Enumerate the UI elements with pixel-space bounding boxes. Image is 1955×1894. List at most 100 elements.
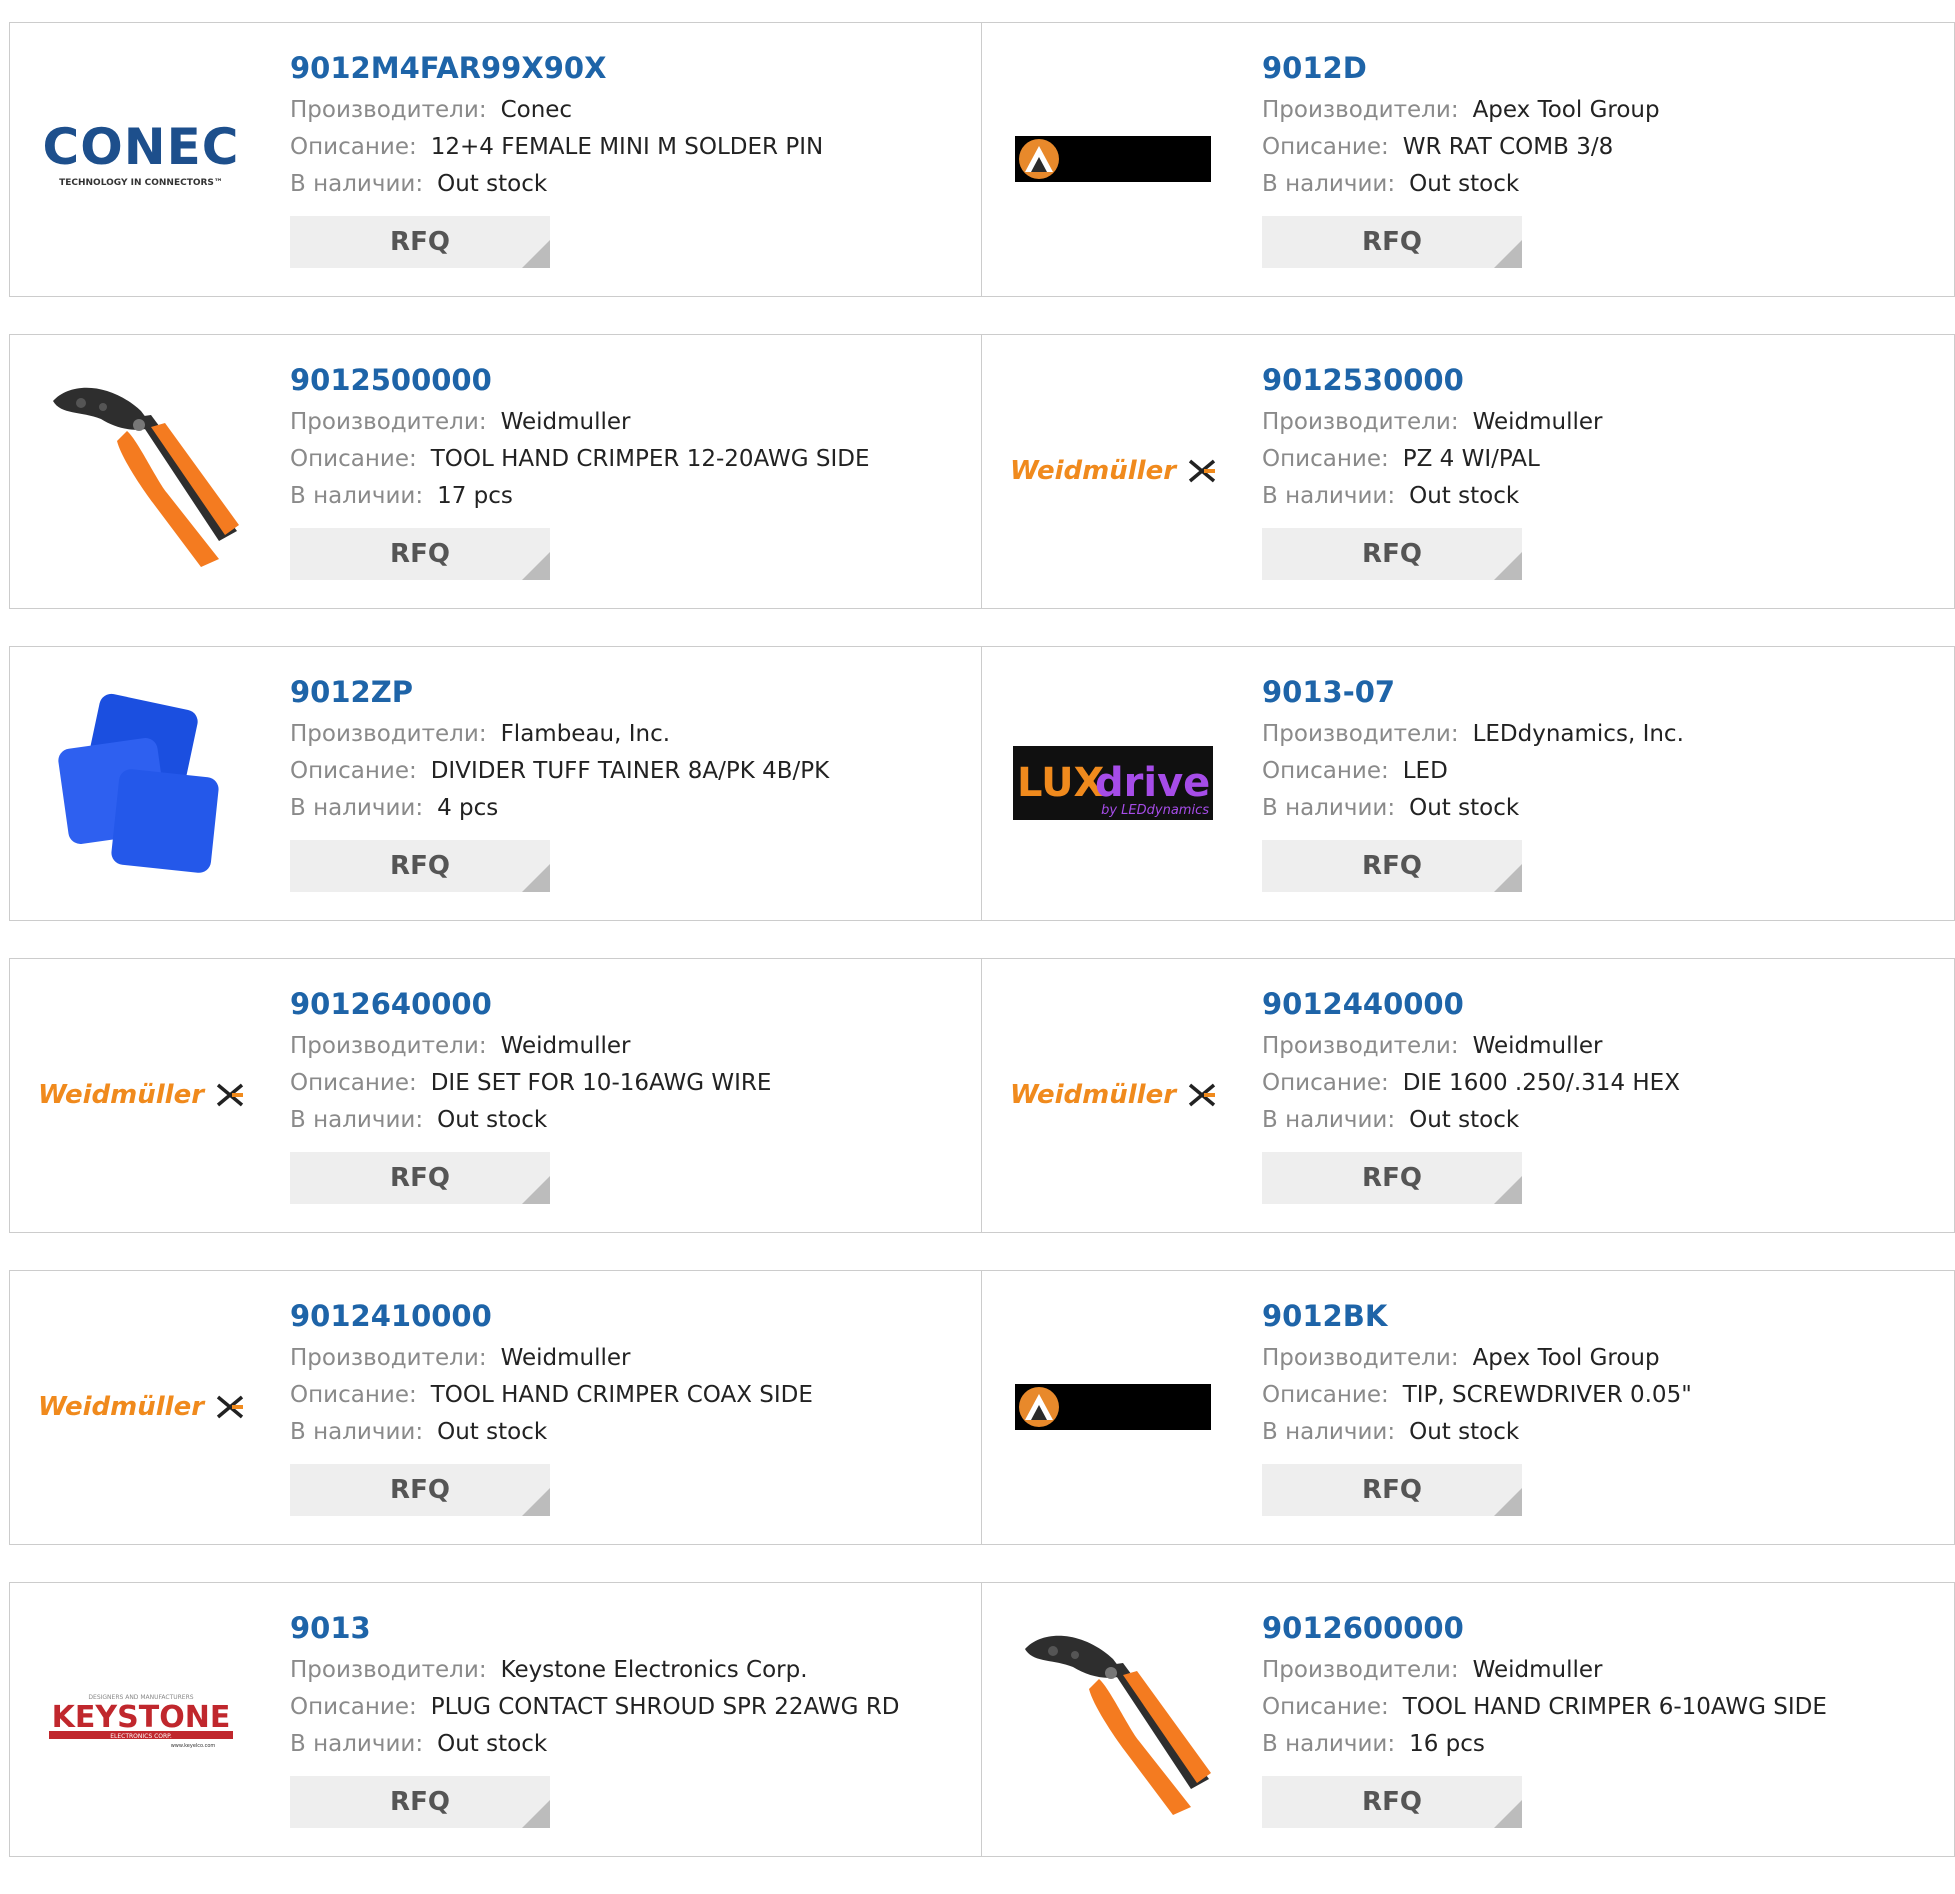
product-image[interactable] [41, 683, 241, 883]
manufacturer-label: Производители: [290, 1344, 487, 1371]
weidmuller-wordmark: Weidmüller [1009, 456, 1177, 486]
rfq-label: RFQ [1362, 1786, 1422, 1817]
rfq-label: RFQ [1362, 538, 1422, 569]
product-info: 9012M4FAR99X90X Производители: Conec Опис… [290, 51, 971, 268]
part-number-link[interactable]: 9013-07 [1262, 675, 1944, 710]
product-row: DESIGNERS AND MANUFACTURERS KEYSTONE ELE… [9, 1582, 1955, 1857]
manufacturer-row: Производители: Apex Tool Group [1262, 1340, 1944, 1377]
product-image[interactable]: Weidmüller [1010, 995, 1216, 1195]
product-image[interactable] [1013, 1619, 1213, 1819]
manufacturer-row: Производители: LEDdynamics, Inc. [1262, 716, 1944, 753]
rfq-corner-decoration [522, 863, 550, 892]
crimper-photo [53, 387, 239, 567]
product-card: 9012500000 Производители: Weidmuller Опис… [9, 334, 982, 609]
description-label: Описание: [1262, 1069, 1389, 1096]
description-label: Описание: [1262, 1693, 1389, 1720]
part-number-link[interactable]: 9012500000 [290, 363, 971, 398]
stock-value: Out stock [437, 1106, 548, 1133]
rfq-button[interactable]: RFQ [290, 527, 550, 580]
part-number-link[interactable]: 9012M4FAR99X90X [290, 51, 971, 86]
part-number-link[interactable]: 9012410000 [290, 1299, 971, 1334]
manufacturer-label: Производители: [1262, 408, 1459, 435]
description-value: PZ 4 WI/PAL [1402, 445, 1540, 472]
product-image[interactable] [1013, 1307, 1213, 1507]
product-image[interactable]: Weidmüller [38, 995, 244, 1195]
product-image[interactable]: CONEC TECHNOLOGY IN CONNECTORS™ [41, 59, 241, 259]
product-info: 9013 Производители: Keystone Electronics … [290, 1611, 971, 1828]
product-info: 9012600000 Производители: Weidmuller Опис… [1262, 1611, 1944, 1828]
part-number-link[interactable]: 9012640000 [290, 987, 971, 1022]
part-number-link[interactable]: 9012530000 [1262, 363, 1944, 398]
rfq-button[interactable]: RFQ [1262, 1775, 1522, 1828]
description-label: Описание: [290, 757, 417, 784]
description-value: TIP, SCREWDRIVER 0.05" [1402, 1381, 1692, 1408]
product-card: Weidmüller 9012640000 Производители: Weid… [9, 958, 982, 1233]
product-card: Weidmüller 9012410000 Производители: Weid… [9, 1270, 982, 1545]
product-image[interactable]: DESIGNERS AND MANUFACTURERS KEYSTONE ELE… [41, 1619, 241, 1819]
part-number-link[interactable]: 9012600000 [1262, 1611, 1944, 1646]
description-value: PLUG CONTACT SHROUD SPR 22AWG RD [430, 1693, 900, 1720]
weidmuller-logo: Weidmüller [38, 1392, 244, 1422]
stock-value: Out stock [437, 170, 548, 197]
stock-value: Out stock [437, 1730, 548, 1757]
manufacturer-value: Apex Tool Group [1472, 96, 1660, 123]
product-card: DESIGNERS AND MANUFACTURERS KEYSTONE ELE… [9, 1582, 982, 1857]
product-card: LUX drive by LEDdynamics 9013-07 Произво… [982, 646, 1955, 921]
luxdrive-tagline: by LEDdynamics [1101, 803, 1209, 818]
rfq-corner-decoration [522, 551, 550, 580]
rfq-button[interactable]: RFQ [1262, 1463, 1522, 1516]
description-row: Описание: DIVIDER TUFF TAINER 8A/PK 4B/PK [290, 753, 971, 790]
manufacturer-value: Weidmuller [1472, 408, 1603, 435]
weidmuller-logo: Weidmüller [1010, 1080, 1216, 1110]
luxdrive-logo: LUX drive by LEDdynamics [1013, 746, 1213, 820]
manufacturer-row: Производители: Weidmuller [290, 404, 971, 441]
description-row: Описание: DIE SET FOR 10-16AWG WIRE [290, 1065, 971, 1102]
stock-row: В наличии: 17 pcs [290, 478, 971, 515]
rfq-label: RFQ [1362, 1474, 1422, 1505]
product-card: 9012D Производители: Apex Tool Group Опис… [982, 22, 1955, 297]
rfq-button[interactable]: RFQ [1262, 215, 1522, 268]
part-number-link[interactable]: 9012440000 [1262, 987, 1944, 1022]
product-image[interactable]: Weidmüller [1009, 371, 1216, 571]
description-label: Описание: [290, 1381, 417, 1408]
product-image[interactable]: LUX drive by LEDdynamics [1013, 683, 1213, 883]
description-value: WR RAT COMB 3/8 [1402, 133, 1614, 160]
product-image[interactable] [41, 371, 241, 571]
description-label: Описание: [1262, 133, 1389, 160]
rfq-button[interactable]: RFQ [290, 1151, 550, 1204]
product-image[interactable]: Weidmüller [38, 1307, 244, 1507]
rfq-button[interactable]: RFQ [1262, 527, 1522, 580]
product-card: 9012BK Производители: Apex Tool Group Опи… [982, 1270, 1955, 1545]
rfq-button[interactable]: RFQ [290, 1775, 550, 1828]
rfq-label: RFQ [1362, 1162, 1422, 1193]
rfq-button[interactable]: RFQ [1262, 839, 1522, 892]
manufacturer-label: Производители: [290, 408, 487, 435]
stock-label: В наличии: [1262, 1418, 1396, 1445]
description-label: Описание: [290, 1069, 417, 1096]
stock-row: В наличии: Out stock [1262, 1414, 1944, 1451]
stock-label: В наличии: [290, 794, 424, 821]
stock-row: В наличии: 16 pcs [1262, 1726, 1944, 1763]
rfq-label: RFQ [390, 1474, 450, 1505]
crimper-photo [1025, 1635, 1211, 1815]
manufacturer-value: Weidmuller [1472, 1656, 1603, 1683]
product-row: Weidmüller 9012640000 Производители: Weid… [9, 958, 1955, 1233]
part-number-link[interactable]: 9012BK [1262, 1299, 1944, 1334]
rfq-button[interactable]: RFQ [290, 1463, 550, 1516]
part-number-link[interactable]: 9013 [290, 1611, 971, 1646]
rfq-button[interactable]: RFQ [290, 839, 550, 892]
description-row: Описание: TOOL HAND CRIMPER COAX SIDE [290, 1377, 971, 1414]
stock-label: В наличии: [1262, 482, 1396, 509]
stock-label: В наличии: [290, 1730, 424, 1757]
rfq-button[interactable]: RFQ [290, 215, 550, 268]
part-number-link[interactable]: 9012D [1262, 51, 1944, 86]
description-value: 12+4 FEMALE MINI M SOLDER PIN [430, 133, 824, 160]
stock-label: В наличии: [290, 1106, 424, 1133]
stock-value: 4 pcs [437, 794, 499, 821]
product-card: 9012ZP Производители: Flambeau, Inc. Опис… [9, 646, 982, 921]
part-number-link[interactable]: 9012ZP [290, 675, 971, 710]
rfq-button[interactable]: RFQ [1262, 1151, 1522, 1204]
apex-logo [1015, 136, 1211, 182]
description-label: Описание: [290, 445, 417, 472]
product-image[interactable] [1013, 59, 1213, 259]
